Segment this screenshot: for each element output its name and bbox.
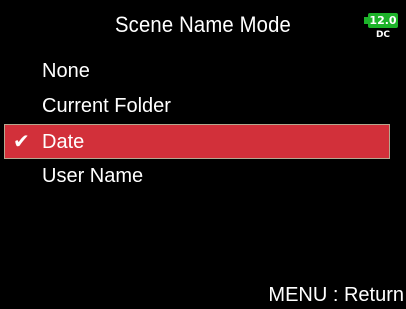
checkmark-icon: ✔: [13, 131, 30, 153]
option-label: User Name: [42, 165, 144, 187]
battery-level: 12.0: [368, 13, 398, 28]
menu-return-hint[interactable]: MENU : Return: [268, 284, 406, 307]
option-label: Current Folder: [42, 95, 171, 117]
scene-name-mode-screen: Scene Name Mode 12.0 DC None Current Fol…: [0, 0, 406, 309]
option-user-name[interactable]: User Name: [0, 159, 406, 194]
option-none[interactable]: None: [0, 54, 406, 89]
power-source-label: DC: [375, 30, 391, 40]
option-current-folder[interactable]: Current Folder: [0, 89, 406, 124]
option-label: Date: [42, 131, 85, 153]
screen-title: Scene Name Mode: [114, 12, 292, 37]
option-date[interactable]: ✔ Date: [4, 124, 390, 159]
option-label: None: [42, 60, 90, 82]
battery-indicator: 12.0 DC: [364, 11, 402, 45]
option-list: None Current Folder ✔ Date User Name: [0, 54, 406, 194]
